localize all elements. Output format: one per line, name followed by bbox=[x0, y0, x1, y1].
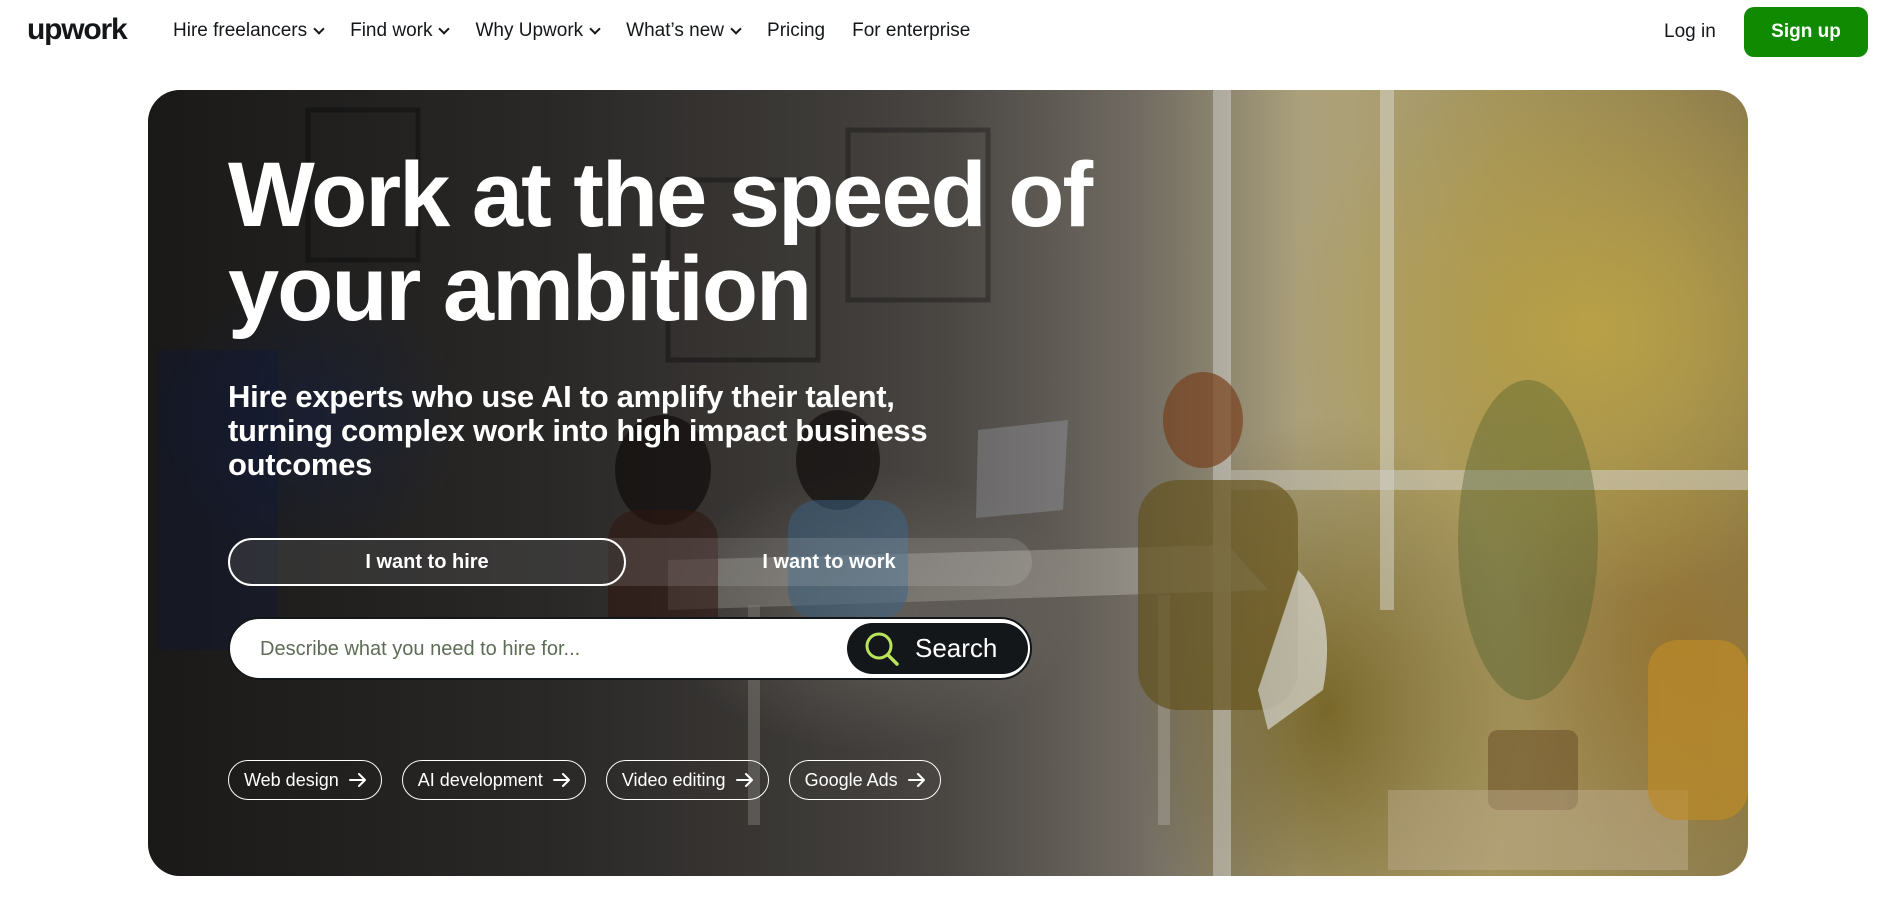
main-nav: Hire freelancers Find work Why Upwork Wh… bbox=[173, 20, 997, 42]
audience-toggle: I want to hire I want to work bbox=[228, 538, 1032, 586]
chip-label: Video editing bbox=[621, 769, 726, 790]
search-input[interactable] bbox=[260, 635, 820, 663]
chip-label: Google Ads bbox=[804, 769, 898, 790]
search-button-label: Search bbox=[915, 633, 998, 663]
chevron-down-icon bbox=[313, 23, 325, 35]
nav-hire-freelancers[interactable]: Hire freelancers bbox=[173, 20, 325, 42]
search-icon bbox=[863, 630, 901, 668]
nav-label: Find work bbox=[350, 20, 433, 41]
nav-whats-new[interactable]: What’s new bbox=[626, 20, 742, 42]
nav-for-enterprise[interactable]: For enterprise bbox=[852, 20, 970, 42]
nav-label: Pricing bbox=[767, 20, 826, 41]
nav-label: Hire freelancers bbox=[173, 20, 308, 41]
arrow-right-icon bbox=[735, 773, 754, 787]
hero-title: Work at the speed of your ambition bbox=[228, 144, 1093, 340]
nav-why-upwork[interactable]: Why Upwork bbox=[475, 20, 601, 42]
search-button[interactable]: Search bbox=[847, 623, 1028, 674]
chip-video-editing[interactable]: Video editing bbox=[605, 760, 769, 800]
suggested-searches: Web design AI development Video editing … bbox=[228, 760, 961, 800]
toggle-work-button[interactable]: I want to work bbox=[626, 538, 1032, 586]
chevron-down-icon bbox=[438, 23, 451, 35]
toggle-hire-button[interactable]: I want to hire bbox=[228, 538, 626, 586]
nav-label: For enterprise bbox=[852, 20, 971, 41]
hero-subtitle: Hire experts who use AI to amplify their… bbox=[228, 379, 928, 482]
signup-button[interactable]: Sign up bbox=[1744, 7, 1868, 57]
chevron-down-icon bbox=[589, 23, 601, 35]
upwork-logo[interactable]: upwork bbox=[27, 12, 128, 48]
chip-label: AI development bbox=[417, 769, 543, 790]
arrow-right-icon bbox=[907, 773, 926, 787]
chevron-down-icon bbox=[730, 23, 742, 35]
nav-pricing[interactable]: Pricing bbox=[767, 20, 825, 42]
login-link[interactable]: Log in bbox=[1664, 21, 1716, 43]
chip-google-ads[interactable]: Google Ads bbox=[788, 760, 941, 800]
hero-banner: Work at the speed of your ambition Hire … bbox=[148, 90, 1748, 876]
site-header: upwork Hire freelancers Find work Why Up… bbox=[0, 0, 1888, 64]
hire-search-bar: Search bbox=[228, 617, 1032, 680]
nav-find-work[interactable]: Find work bbox=[350, 20, 451, 42]
arrow-right-icon bbox=[552, 773, 571, 787]
chip-web-design[interactable]: Web design bbox=[228, 760, 382, 800]
nav-label: Why Upwork bbox=[475, 20, 584, 41]
arrow-right-icon bbox=[348, 773, 367, 787]
nav-label: What’s new bbox=[626, 20, 725, 41]
chip-label: Web design bbox=[244, 769, 339, 790]
logo-text: upwork bbox=[27, 13, 128, 46]
chip-ai-development[interactable]: AI development bbox=[401, 760, 586, 800]
